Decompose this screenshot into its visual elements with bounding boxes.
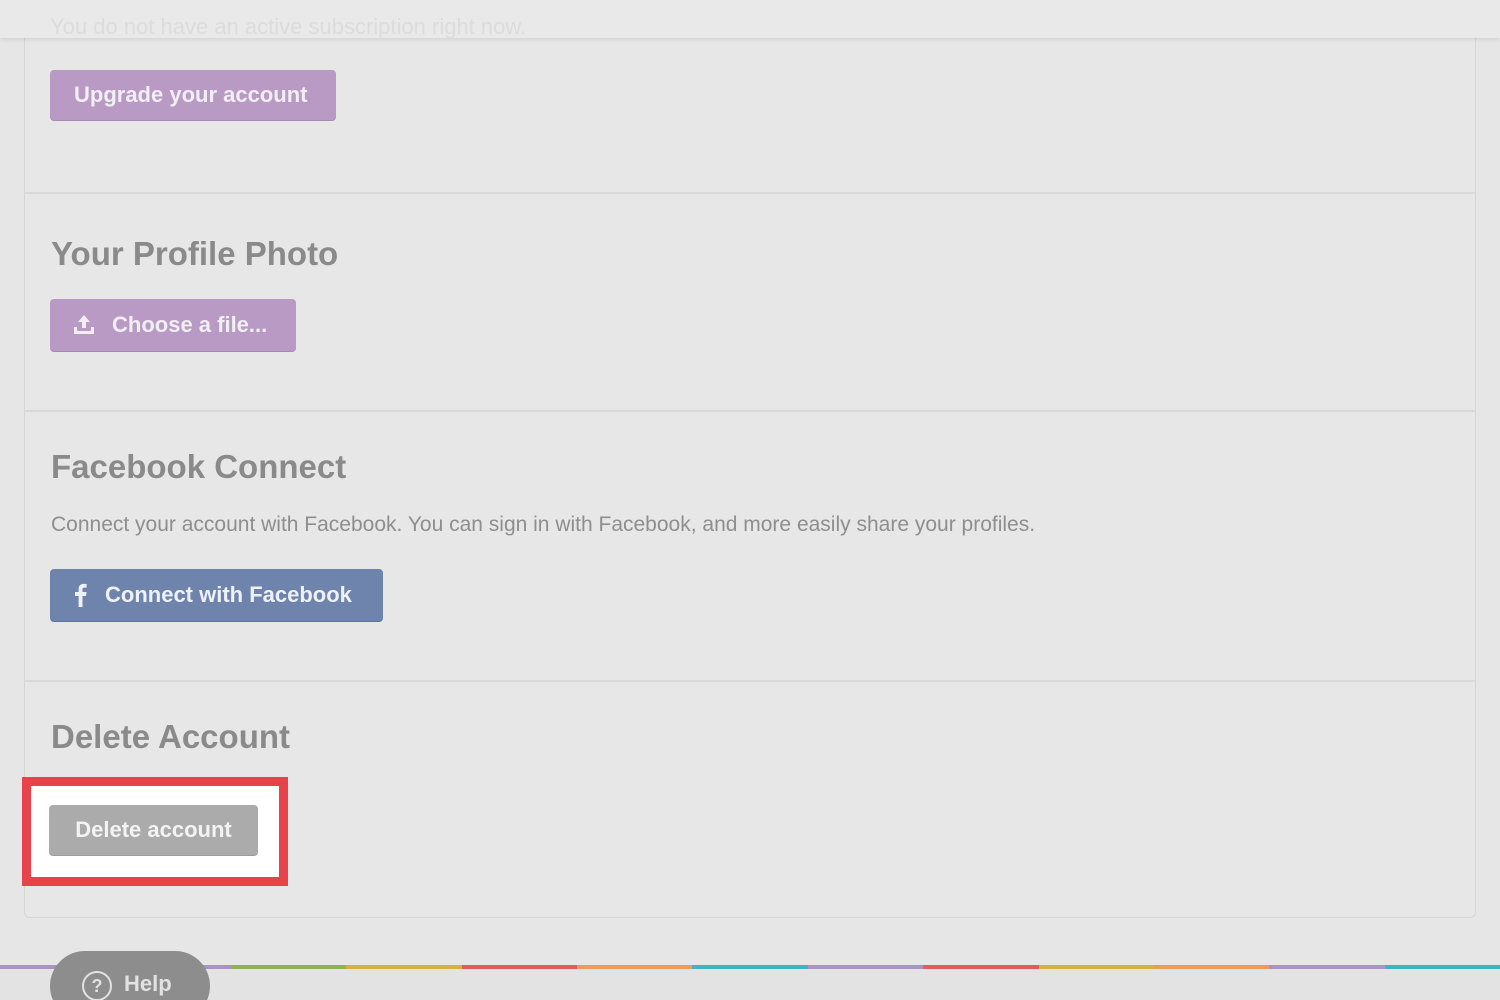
profile-photo-heading: Your Profile Photo: [51, 235, 339, 272]
section-divider: [25, 192, 1475, 194]
rainbow-segment: [1269, 965, 1385, 969]
rainbow-segment: [461, 965, 577, 969]
connect-facebook-label: Connect with Facebook: [105, 582, 352, 607]
facebook-connect-heading: Facebook Connect: [51, 448, 347, 485]
rainbow-segment: [692, 965, 808, 969]
rainbow-segment: [1153, 965, 1270, 969]
rainbow-segment: [923, 965, 1039, 969]
rainbow-segment: [807, 965, 924, 969]
connect-facebook-button[interactable]: Connect with Facebook: [50, 569, 383, 621]
section-divider: [25, 410, 1475, 412]
rainbow-stripe: [0, 965, 1500, 969]
help-button[interactable]: ? Help: [50, 951, 210, 1000]
upgrade-account-button[interactable]: Upgrade your account: [50, 70, 336, 120]
upload-icon: [72, 313, 96, 337]
delete-account-heading: Delete Account: [51, 718, 290, 755]
footer-background: [0, 969, 1500, 1000]
choose-file-label: Choose a file...: [112, 312, 268, 337]
account-settings-page: You do not have an active subscription r…: [0, 0, 1500, 1000]
rainbow-segment: [230, 965, 347, 969]
question-mark-icon: ?: [82, 971, 112, 1000]
rainbow-segment: [1384, 965, 1500, 969]
top-bar: You do not have an active subscription r…: [0, 0, 1500, 39]
delete-account-highlight: Delete account: [22, 777, 288, 886]
delete-account-label: Delete account: [75, 817, 232, 842]
subscription-status-text: You do not have an active subscription r…: [50, 14, 527, 39]
delete-account-button[interactable]: Delete account: [49, 805, 258, 855]
rainbow-segment: [576, 965, 693, 969]
choose-file-button[interactable]: Choose a file...: [50, 299, 296, 351]
facebook-icon: [74, 583, 87, 607]
help-label: Help: [124, 971, 172, 996]
section-divider: [25, 680, 1475, 682]
upgrade-account-label: Upgrade your account: [74, 82, 308, 107]
rainbow-segment: [1038, 965, 1154, 969]
facebook-connect-description: Connect your account with Facebook. You …: [51, 513, 1036, 536]
rainbow-segment: [346, 965, 462, 969]
